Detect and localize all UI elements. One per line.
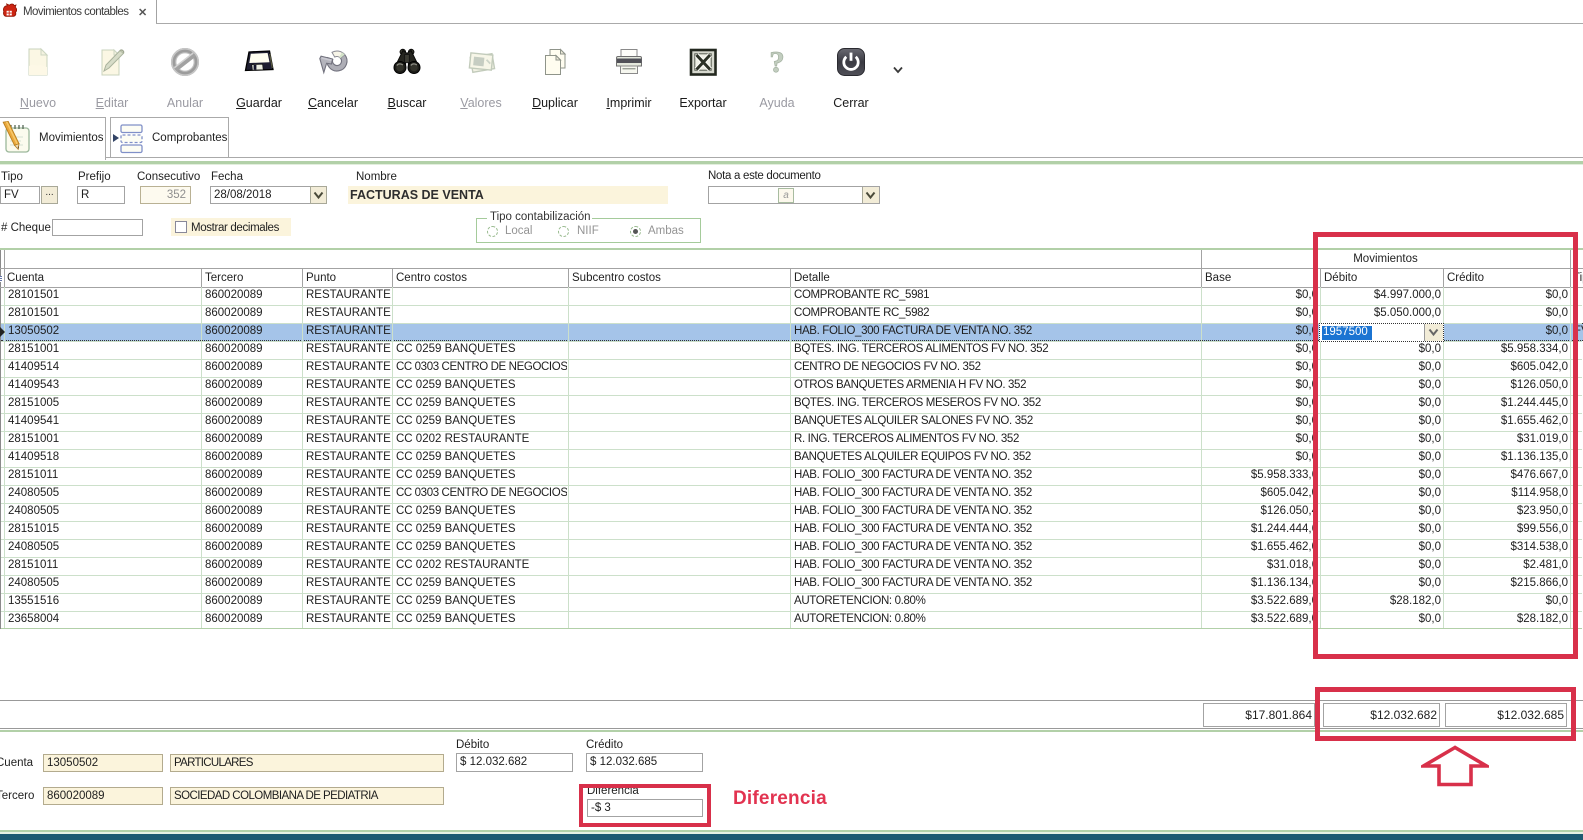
svg-text:?: ? — [769, 46, 785, 78]
